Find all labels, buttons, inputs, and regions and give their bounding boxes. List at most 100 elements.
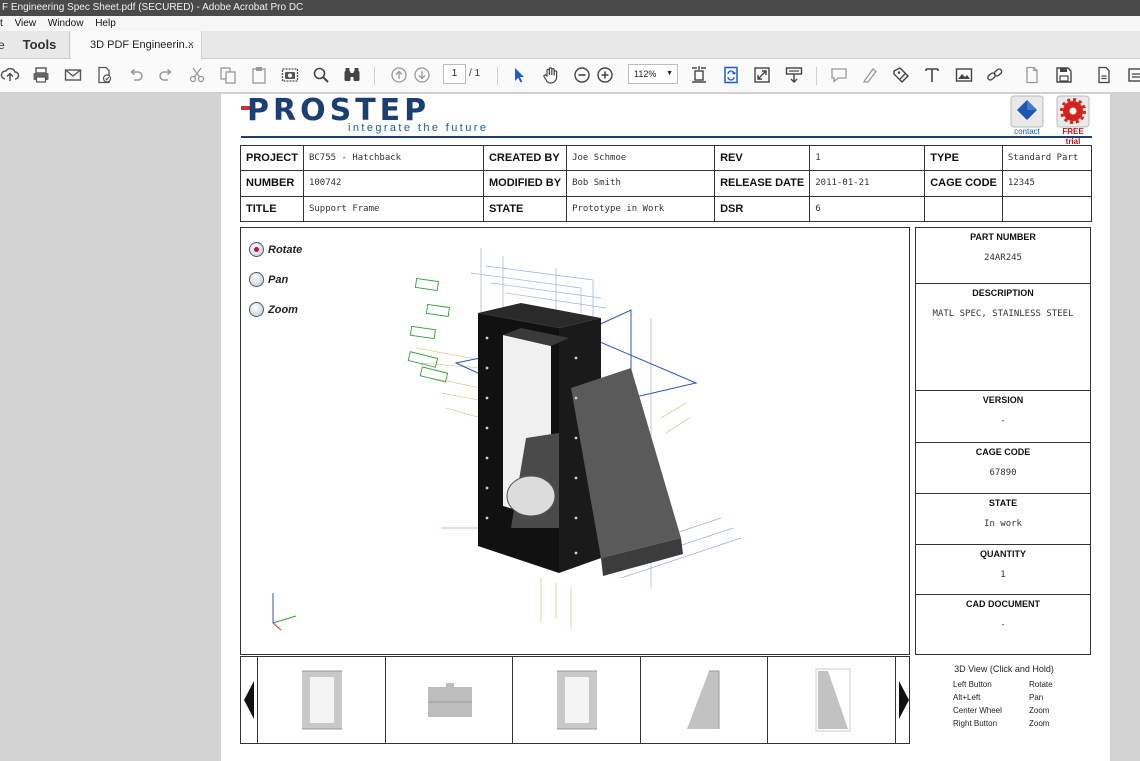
rev-value: 1 [809, 144, 926, 172]
dsr-value: 6 [809, 195, 926, 223]
scroll-icon[interactable] [784, 65, 804, 85]
email-icon[interactable] [63, 65, 83, 85]
next-view-arrow-icon[interactable] [895, 657, 911, 743]
redo-icon[interactable] [156, 65, 176, 85]
quantity-value: 1 [1000, 570, 1006, 580]
text-icon[interactable] [922, 65, 942, 85]
snapshot-icon[interactable] [280, 65, 300, 85]
highlight-icon[interactable] [860, 65, 880, 85]
logo-tagline: integrate the future [348, 122, 489, 134]
type-label: TYPE [924, 144, 1003, 172]
next-page-icon[interactable] [412, 65, 432, 85]
page-total: / 1 [469, 68, 481, 79]
print-icon[interactable] [31, 65, 51, 85]
toolbar [0, 59, 1140, 93]
help-result: Rotate [1029, 680, 1053, 689]
left-pane [0, 94, 221, 761]
contact-button[interactable]: contact [1009, 95, 1045, 137]
dsr-label: DSR [714, 195, 811, 223]
comment-icon[interactable] [829, 65, 849, 85]
view-thumbnail[interactable] [767, 657, 895, 743]
help-action: Left Button [953, 680, 992, 689]
contact-icon [1010, 95, 1044, 128]
menu-help[interactable]: Help [95, 16, 116, 31]
created-by-value: Joe Schmoe [566, 144, 716, 172]
pdf-page: PROSTEP integrate the future contact FRE… [221, 94, 1110, 761]
empty-label [924, 195, 1003, 223]
release-date-value: 2011-01-21 [809, 170, 926, 197]
help-row: Left Button Rotate [929, 680, 1079, 693]
cage-code-prop-value: 67890 [989, 468, 1017, 478]
export-icon[interactable] [1094, 65, 1114, 85]
description-label: DESCRIPTION [972, 288, 1034, 298]
project-label: PROJECT [240, 144, 304, 172]
search-icon[interactable] [311, 65, 331, 85]
help-action: Alt+Left [953, 693, 981, 702]
more-icon[interactable] [1126, 65, 1140, 85]
cut-icon[interactable] [187, 65, 207, 85]
state-cell: STATE In work [916, 494, 1090, 545]
window-title: F Engineering Spec Sheet.pdf (SECURED) -… [0, 0, 1140, 16]
cage-code-label: CAGE CODE [924, 170, 1003, 197]
undo-icon[interactable] [126, 65, 146, 85]
prev-view-arrow-icon[interactable] [241, 657, 257, 743]
tab-home[interactable]: e [0, 31, 10, 59]
view-thumbnail[interactable] [640, 657, 767, 743]
tab-document-label: 3D PDF Engineerin... [90, 39, 194, 51]
type-value: Standard Part [1001, 144, 1093, 172]
page-number-input[interactable]: 1 [443, 64, 466, 84]
cage-code-value: 12345 [1001, 170, 1093, 197]
title-label: TITLE [240, 195, 304, 223]
zoom-select[interactable]: 112% ▼ [628, 64, 678, 84]
cad-document-cell: CAD DOCUMENT - [916, 595, 1090, 654]
stamp-icon[interactable] [891, 65, 911, 85]
image-icon[interactable] [954, 65, 974, 85]
link-icon[interactable] [985, 65, 1005, 85]
fit-width-icon[interactable] [689, 65, 709, 85]
zoom-out-icon[interactable] [572, 65, 592, 85]
full-screen-icon[interactable] [752, 65, 772, 85]
menu-file[interactable]: t [0, 16, 3, 31]
select-cursor-icon[interactable] [509, 65, 529, 85]
find-icon[interactable] [342, 65, 362, 85]
menu-bar: t View Window Help [0, 16, 1140, 31]
state-prop-label: STATE [988, 498, 1018, 508]
view-thumbnail[interactable] [385, 657, 512, 743]
modified-by-value: Bob Smith [566, 170, 716, 197]
tab-document[interactable]: 3D PDF Engineerin... × [71, 31, 202, 60]
view-thumbnail[interactable] [257, 657, 385, 743]
save-document-icon[interactable] [94, 65, 114, 85]
part-number-label: PART NUMBER [970, 232, 1036, 242]
copy-icon[interactable] [218, 65, 238, 85]
3d-viewer[interactable]: Rotate Pan Zoom [240, 227, 910, 655]
attach-icon[interactable] [1022, 65, 1042, 85]
help-title: 3D View (Click and Hold) [954, 664, 1054, 674]
hand-icon[interactable] [541, 65, 561, 85]
state-value: Prototype in Work [566, 195, 716, 223]
state-prop-value: In work [984, 519, 1022, 529]
close-icon[interactable]: × [188, 31, 194, 59]
zoom-value: 112% [634, 69, 657, 79]
view-thumbnail[interactable] [512, 657, 640, 743]
contact-label: contact [1014, 127, 1040, 136]
tab-bar: e Tools 3D PDF Engineerin... × [0, 31, 1140, 60]
header-table: PROJECT BC755 - Hatchback CREATED BY Joe… [240, 144, 1093, 223]
number-value: 100742 [302, 170, 484, 197]
state-label: STATE [482, 195, 568, 223]
cage-code-cell: CAGE CODE 67890 [916, 443, 1090, 494]
help-action: Center Wheel [953, 706, 1002, 715]
3d-model [272, 248, 742, 631]
rotate-icon[interactable] [721, 65, 741, 85]
paste-icon[interactable] [249, 65, 269, 85]
version-cell: VERSION - [916, 391, 1090, 443]
tab-tools[interactable]: Tools [10, 31, 70, 59]
menu-view[interactable]: View [15, 16, 37, 31]
help-row: Alt+Left Pan [929, 693, 1079, 706]
upload-icon[interactable] [0, 65, 20, 85]
free-trial-button[interactable]: FREE trial [1055, 95, 1091, 146]
save-icon[interactable] [1054, 65, 1074, 85]
prev-page-icon[interactable] [389, 65, 409, 85]
menu-window[interactable]: Window [48, 16, 84, 31]
help-row: Right Button Zoom [929, 719, 1079, 732]
zoom-in-icon[interactable] [595, 65, 615, 85]
